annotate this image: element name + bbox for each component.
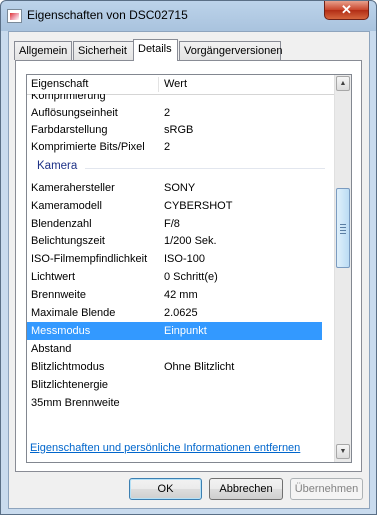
property-name: Farbdarstellung: [31, 124, 108, 136]
list-row[interactable]: Kameramodell CYBERSHOT: [27, 197, 334, 215]
list-row[interactable]: Farbdarstellung sRGB: [27, 121, 334, 139]
list-row[interactable]: Blitzlichtmodus Ohne Blitzlicht: [27, 358, 334, 376]
property-value: CYBERSHOT: [164, 200, 233, 212]
property-name: Blendenzahl: [31, 218, 92, 230]
list-rows: Komprimierung Auflösungseinheit 2 Farbda…: [27, 94, 334, 462]
list-row[interactable]: Blendenzahl F/8: [27, 215, 334, 233]
property-name: Auflösungseinheit: [31, 107, 118, 119]
property-value: sRGB: [164, 124, 194, 136]
property-value: Einpunkt: [164, 325, 207, 337]
list-row[interactable]: Lichtwert 0 Schritt(e): [27, 268, 334, 286]
image-file-icon: [7, 9, 22, 23]
scroll-up-icon[interactable]: ▲: [336, 76, 350, 91]
column-divider[interactable]: [158, 77, 159, 92]
list-row[interactable]: Komprimierte Bits/Pixel 2: [27, 138, 334, 156]
remove-properties-link[interactable]: Eigenschaften und persönliche Informatio…: [30, 442, 300, 454]
title-bar[interactable]: Eigenschaften von DSC02715 ✕: [1, 1, 376, 31]
column-header-property[interactable]: Eigenschaft: [31, 78, 88, 90]
details-tab-panel: Eigenschaft Wert Komprimierung Auflösung…: [15, 60, 362, 472]
property-value: 2: [164, 141, 171, 153]
property-value: 42 mm: [164, 289, 198, 301]
property-name: Belichtungszeit: [31, 235, 105, 247]
property-name: ISO-Filmempfindlichkeit: [31, 253, 148, 265]
property-name: Komprimierte Bits/Pixel: [31, 141, 145, 153]
property-value: 2: [164, 107, 171, 119]
property-name: Blitzlichtmodus: [31, 361, 105, 373]
property-value: F/8: [164, 218, 180, 230]
list-row-selected[interactable]: Messmodus Einpunkt: [27, 322, 322, 340]
tab-details[interactable]: Details: [133, 39, 178, 61]
property-value: 2.0625: [164, 307, 198, 319]
property-list[interactable]: Eigenschaft Wert Komprimierung Auflösung…: [26, 74, 352, 463]
vertical-scrollbar[interactable]: ▲ ▼: [334, 75, 351, 462]
property-name: Maximale Blende: [31, 307, 116, 319]
list-row[interactable]: Brennweite 42 mm: [27, 286, 334, 304]
group-header-kamera: Kamera: [27, 158, 334, 176]
tab-allgemein[interactable]: Allgemein: [14, 41, 72, 60]
property-value: 0 Schritt(e): [164, 271, 218, 283]
property-name: Blitzlichtenergie: [31, 379, 109, 391]
property-value: SONY: [164, 182, 196, 194]
cancel-button[interactable]: Abbrechen: [209, 478, 283, 500]
list-row[interactable]: Blitzlichtenergie: [27, 376, 334, 394]
scrollbar-thumb[interactable]: [336, 188, 350, 268]
property-value: 1/200 Sek.: [164, 235, 217, 247]
property-name: Lichtwert: [31, 271, 76, 283]
list-row[interactable]: Maximale Blende 2.0625: [27, 304, 334, 322]
list-row[interactable]: Abstand: [27, 340, 334, 358]
list-row[interactable]: 35mm Brennweite: [27, 394, 334, 412]
thumb-grip: [340, 233, 346, 234]
scroll-down-icon[interactable]: ▼: [336, 444, 350, 459]
property-value: Ohne Blitzlicht: [164, 361, 235, 373]
property-name: Kamerahersteller: [31, 182, 115, 194]
thumb-grip: [340, 230, 346, 231]
list-row[interactable]: Auflösungseinheit 2: [27, 104, 334, 122]
window-title: Eigenschaften von DSC02715: [27, 8, 188, 22]
list-row[interactable]: Belichtungszeit 1/200 Sek.: [27, 232, 334, 250]
properties-dialog: Eigenschaften von DSC02715 ✕ Allgemein S…: [0, 0, 377, 515]
column-header-value[interactable]: Wert: [164, 78, 187, 90]
property-name: Kameramodell: [31, 200, 102, 212]
thumb-grip: [340, 227, 346, 228]
tab-vorgaengerversionen[interactable]: Vorgängerversionen: [179, 41, 282, 60]
property-name: Abstand: [31, 343, 72, 355]
list-row[interactable]: Kamerahersteller SONY: [27, 179, 334, 197]
group-label: Kamera: [37, 160, 78, 172]
dialog-client-area: Allgemein Sicherheit Details Vorgängerve…: [8, 31, 370, 509]
group-divider: [85, 168, 325, 169]
thumb-grip: [340, 224, 346, 225]
tab-sicherheit[interactable]: Sicherheit: [73, 41, 135, 60]
property-name: Brennweite: [31, 289, 87, 301]
list-header: Eigenschaft Wert: [27, 75, 334, 95]
property-name: 35mm Brennweite: [31, 397, 120, 409]
apply-button[interactable]: Übernehmen: [290, 478, 363, 500]
list-row[interactable]: ISO-Filmempfindlichkeit ISO-100: [27, 250, 334, 268]
close-button[interactable]: ✕: [324, 1, 369, 20]
property-value: ISO-100: [164, 253, 205, 265]
property-name: Messmodus: [31, 325, 91, 337]
ok-button[interactable]: OK: [129, 478, 202, 500]
